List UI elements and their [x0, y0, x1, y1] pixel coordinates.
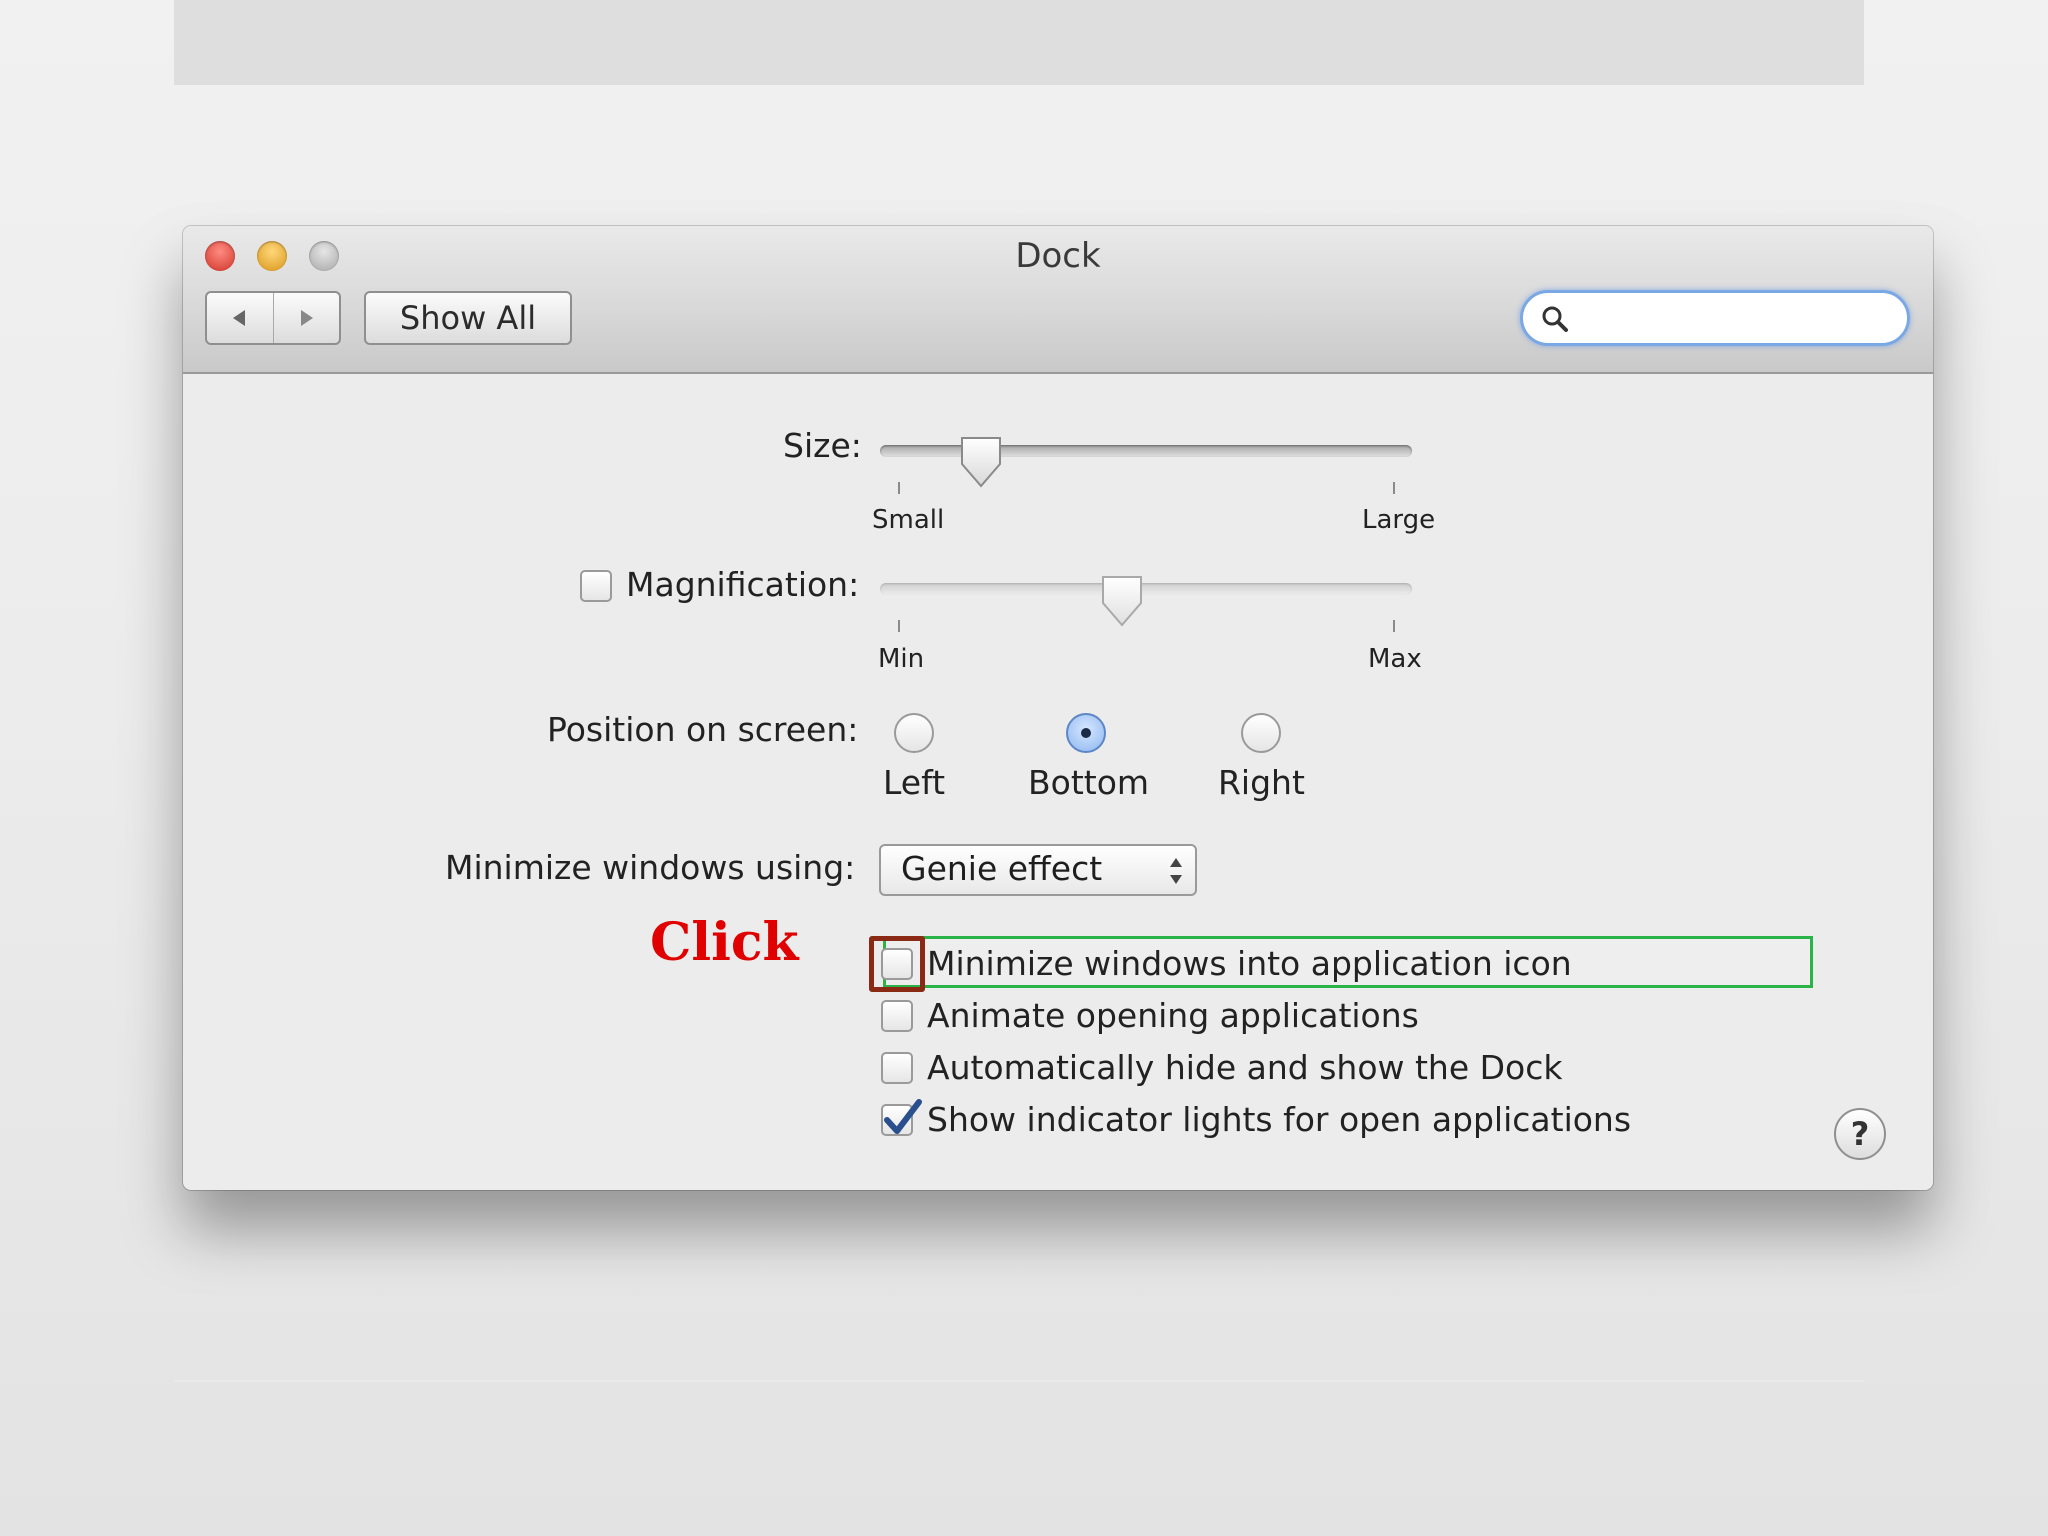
top-banner	[174, 0, 1864, 85]
minimize-into-icon-label: Minimize windows into application icon	[927, 944, 1572, 983]
position-right-radio[interactable]	[1241, 713, 1281, 753]
position-left-label: Left	[883, 763, 946, 802]
search-field[interactable]	[1520, 290, 1910, 346]
popup-arrows-icon	[1170, 858, 1182, 884]
slide-divider	[174, 1380, 1864, 1382]
checkmark-icon	[884, 1099, 922, 1134]
size-tick-min	[898, 482, 900, 494]
minimize-effect-popup[interactable]: Genie effect	[879, 844, 1197, 896]
magnification-min-label: Min	[878, 644, 925, 674]
magnification-tick-min	[898, 620, 900, 632]
magnification-max-label: Max	[1368, 644, 1422, 674]
size-label: Size:	[783, 426, 862, 465]
forward-arrow-icon	[301, 310, 314, 326]
position-right-label: Right	[1218, 763, 1305, 802]
back-arrow-icon	[232, 310, 245, 326]
magnification-label: Magnification:	[626, 565, 860, 604]
dock-preferences-window: Dock Show All Size: Small Large Magnific…	[183, 226, 1933, 1190]
magnification-slider-track[interactable]	[880, 583, 1412, 595]
size-tick-max	[1393, 482, 1395, 494]
magnification-slider-knob[interactable]	[1099, 573, 1145, 629]
position-label: Position on screen:	[547, 710, 859, 749]
magnification-tick-max	[1393, 620, 1395, 632]
forward-button[interactable]	[272, 293, 340, 343]
size-min-label: Small	[872, 505, 945, 535]
indicator-lights-checkbox[interactable]	[881, 1099, 922, 1136]
back-forward-group	[205, 291, 341, 345]
minimize-effect-label: Minimize windows using:	[445, 848, 856, 887]
click-annotation-text: Click	[650, 912, 799, 973]
size-slider-knob[interactable]	[958, 434, 1004, 490]
indicator-lights-label: Show indicator lights for open applicati…	[927, 1100, 1632, 1139]
minimize-effect-value: Genie effect	[901, 849, 1103, 888]
animate-opening-label: Animate opening applications	[927, 996, 1419, 1035]
position-left-radio[interactable]	[894, 713, 934, 753]
position-bottom-radio[interactable]	[1066, 713, 1106, 753]
window-title: Dock	[1015, 236, 1101, 276]
magnification-checkbox[interactable]	[580, 570, 612, 602]
search-icon	[1542, 306, 1568, 332]
radio-selected-dot	[1081, 728, 1091, 738]
search-input[interactable]	[1581, 299, 1895, 339]
animate-opening-checkbox[interactable]	[881, 1000, 913, 1032]
auto-hide-dock-checkbox[interactable]	[881, 1052, 913, 1084]
size-max-label: Large	[1362, 505, 1436, 535]
highlight-checkbox-box	[869, 936, 925, 992]
show-all-button[interactable]: Show All	[364, 291, 572, 345]
help-button[interactable]: ?	[1834, 1108, 1886, 1160]
auto-hide-dock-label: Automatically hide and show the Dock	[927, 1048, 1563, 1087]
titlebar: Dock Show All	[183, 226, 1933, 374]
back-button[interactable]	[207, 293, 273, 343]
position-bottom-label: Bottom	[1028, 763, 1150, 802]
